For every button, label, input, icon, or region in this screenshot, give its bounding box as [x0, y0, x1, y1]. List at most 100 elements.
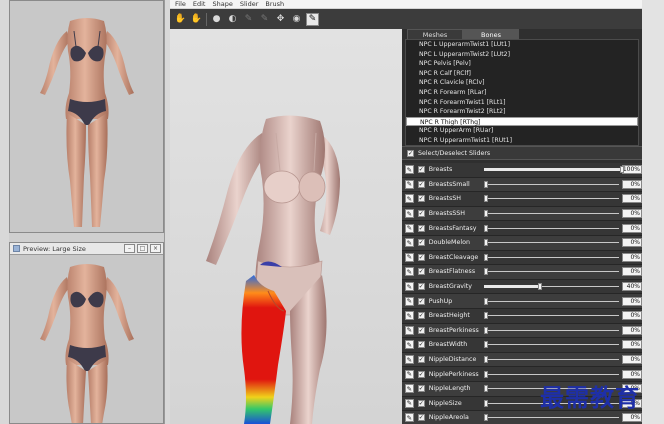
tab-bones[interactable]: Bones	[463, 29, 519, 39]
mask-tool-icon[interactable]: ◐	[226, 13, 239, 26]
bone-item[interactable]: NPC R UpperarmTwist1 [RUt1]	[406, 136, 638, 145]
menu-edit[interactable]: Edit	[193, 0, 206, 8]
bone-list[interactable]: NPC L UpperarmTwist1 [LUt1] NPC L Upperar…	[405, 39, 639, 146]
slider-track[interactable]	[484, 355, 619, 364]
slider-checkbox[interactable]: ✓	[417, 283, 425, 291]
edit-slider-icon[interactable]: ✎	[405, 252, 414, 262]
slider-track[interactable]	[484, 326, 619, 335]
inflate-brush-icon[interactable]: ✎	[242, 13, 255, 26]
move-brush-icon[interactable]: ✥	[274, 13, 287, 26]
edit-slider-icon[interactable]: ✎	[405, 282, 414, 292]
slider-track[interactable]	[484, 224, 619, 233]
edit-slider-icon[interactable]: ✎	[405, 209, 414, 219]
3d-viewport[interactable]	[170, 29, 402, 424]
slider-checkbox[interactable]: ✓	[417, 268, 425, 276]
edit-slider-icon[interactable]: ✎	[405, 384, 414, 394]
slider-value[interactable]: 0%	[621, 194, 642, 204]
bone-item[interactable]: NPC R Clavicle [RClv]	[406, 78, 638, 88]
slider-handle[interactable]	[484, 253, 489, 261]
slider-value[interactable]: 0%	[621, 311, 642, 321]
slider-handle[interactable]	[484, 224, 489, 232]
slider-checkbox[interactable]: ✓	[417, 297, 425, 305]
slider-checkbox[interactable]: ✓	[417, 195, 425, 203]
weight-brush-icon[interactable]: ✎	[306, 12, 319, 26]
slider-value[interactable]: 0%	[621, 296, 642, 306]
bone-item[interactable]: NPC R UpperArm [RUar]	[406, 126, 638, 136]
edit-slider-icon[interactable]: ✎	[405, 223, 414, 233]
sphere-tool-icon[interactable]: ●	[210, 13, 223, 26]
edit-slider-icon[interactable]: ✎	[405, 238, 414, 248]
menu-shape[interactable]: Shape	[212, 0, 232, 8]
select-all-checkbox[interactable]: ✓	[407, 149, 414, 157]
select-deselect-sliders[interactable]: ✓ Select/Deselect Sliders	[402, 146, 642, 160]
slider-handle[interactable]	[484, 356, 489, 364]
slider-handle[interactable]	[484, 326, 489, 334]
slider-checkbox[interactable]: ✓	[417, 399, 425, 407]
slider-handle[interactable]	[620, 166, 625, 174]
slider-track[interactable]	[484, 311, 619, 320]
slider-value[interactable]: 0%	[621, 267, 642, 277]
slider-checkbox[interactable]: ✓	[417, 356, 425, 364]
slider-value[interactable]: 0%	[621, 238, 642, 248]
slider-checkbox[interactable]: ✓	[417, 239, 425, 247]
slider-handle[interactable]	[484, 399, 489, 407]
slider-value[interactable]: 40%	[621, 282, 642, 292]
preview-canvas-top[interactable]	[10, 1, 163, 232]
bone-item[interactable]: NPC R Calf [RClf]	[406, 69, 638, 79]
preview-window-top[interactable]	[9, 0, 164, 233]
slider-value[interactable]: 100%	[621, 165, 642, 175]
select-tool-icon[interactable]: ✋	[174, 13, 187, 26]
slider-checkbox[interactable]: ✓	[417, 210, 425, 218]
bone-item[interactable]: NPC R ForearmTwist1 [RLt1]	[406, 98, 638, 108]
slider-checkbox[interactable]: ✓	[417, 253, 425, 261]
slider-value[interactable]: 0%	[621, 223, 642, 233]
edit-slider-icon[interactable]: ✎	[405, 413, 414, 423]
slider-track[interactable]	[484, 238, 619, 247]
slider-checkbox[interactable]: ✓	[417, 224, 425, 232]
slider-track[interactable]	[484, 180, 619, 189]
slider-track[interactable]	[484, 340, 619, 349]
slider-handle[interactable]	[484, 195, 489, 203]
smooth-brush-icon[interactable]: ◉	[290, 13, 303, 26]
slider-handle[interactable]	[484, 341, 489, 349]
slider-checkbox[interactable]: ✓	[417, 370, 425, 378]
edit-slider-icon[interactable]: ✎	[405, 165, 414, 175]
menu-slider[interactable]: Slider	[240, 0, 259, 8]
menu-brush[interactable]: Brush	[265, 0, 284, 8]
slider-value[interactable]: 0%	[621, 413, 642, 423]
slider-checkbox[interactable]: ✓	[417, 414, 425, 422]
edit-slider-icon[interactable]: ✎	[405, 369, 414, 379]
minimize-icon[interactable]: –	[124, 244, 135, 253]
slider-value[interactable]: 0%	[621, 355, 642, 365]
edit-slider-icon[interactable]: ✎	[405, 311, 414, 321]
bone-item[interactable]: NPC L UpperarmTwist2 [LUt2]	[406, 50, 638, 60]
slider-handle[interactable]	[484, 385, 489, 393]
slider-checkbox[interactable]: ✓	[417, 326, 425, 334]
slider-track[interactable]	[484, 282, 619, 291]
slider-track[interactable]	[484, 267, 619, 276]
slider-handle[interactable]	[484, 180, 489, 188]
slider-handle[interactable]	[484, 312, 489, 320]
deflate-brush-icon[interactable]: ✎	[258, 13, 271, 26]
edit-slider-icon[interactable]: ✎	[405, 296, 414, 306]
preview-window-large[interactable]: Preview: Large Size – □ ×	[9, 242, 164, 424]
slider-handle[interactable]	[484, 297, 489, 305]
slider-handle[interactable]	[538, 283, 543, 291]
slider-track[interactable]	[484, 297, 619, 306]
edit-slider-icon[interactable]: ✎	[405, 398, 414, 408]
edit-slider-icon[interactable]: ✎	[405, 340, 414, 350]
slider-value[interactable]: 0%	[621, 340, 642, 350]
slider-handle[interactable]	[484, 210, 489, 218]
slider-checkbox[interactable]: ✓	[417, 385, 425, 393]
slider-checkbox[interactable]: ✓	[417, 312, 425, 320]
edit-slider-icon[interactable]: ✎	[405, 179, 414, 189]
slider-value[interactable]: 0%	[621, 252, 642, 262]
edit-slider-icon[interactable]: ✎	[405, 355, 414, 365]
slider-value[interactable]: 0%	[621, 179, 642, 189]
slider-track[interactable]	[484, 194, 619, 203]
edit-slider-icon[interactable]: ✎	[405, 325, 414, 335]
bone-item[interactable]: NPC Pelvis [Pelv]	[406, 59, 638, 69]
slider-track[interactable]	[484, 253, 619, 262]
bone-item[interactable]: NPC R Thigh [RThg]	[406, 116, 638, 127]
preview-titlebar[interactable]: Preview: Large Size – □ ×	[10, 243, 163, 255]
